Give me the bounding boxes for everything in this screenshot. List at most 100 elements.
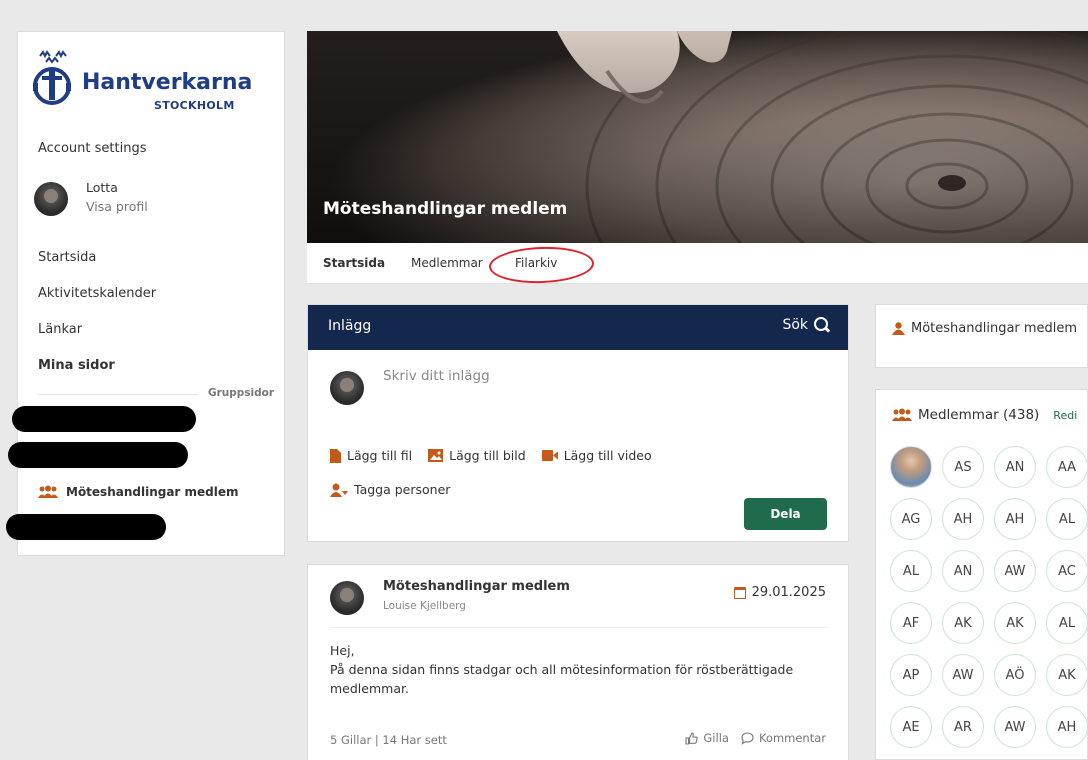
add-image-button[interactable]: Lägg till bild (428, 448, 526, 463)
post-input[interactable]: Skriv ditt inlägg (383, 368, 490, 384)
profile-name: Lotta (86, 180, 118, 195)
member-initials-chip[interactable]: AP (890, 654, 932, 696)
sidebar-group-item-label: Möteshandlingar medlem (66, 485, 239, 499)
member-initials-chip[interactable]: AK (942, 602, 984, 644)
post-date-value: 29.01.2025 (751, 585, 826, 600)
member-initials-chip[interactable]: AH (942, 498, 984, 540)
avatar (34, 182, 68, 216)
members-count-label: Medlemmar (438) (918, 407, 1040, 423)
divider (38, 394, 198, 395)
post-title[interactable]: Möteshandlingar medlem (383, 579, 570, 594)
search-button[interactable]: Sök (782, 317, 830, 333)
divider (330, 627, 828, 628)
tab-bar: Startsida Medlemmar Filarkiv (307, 243, 1088, 285)
profile-block[interactable]: Lotta Visa profil (34, 178, 274, 222)
view-profile-link[interactable]: Visa profil (86, 199, 148, 214)
group-icon (38, 485, 58, 498)
redaction-scribble (8, 442, 188, 468)
redaction-scribble (12, 406, 196, 432)
member-initials-chip[interactable]: AW (994, 550, 1036, 592)
posts-header-title: Inlägg (328, 318, 372, 334)
member-initials-chip[interactable]: AG (890, 498, 932, 540)
crown-logo-icon (33, 50, 71, 105)
comment-label: Kommentar (758, 731, 826, 745)
add-video-button[interactable]: Lägg till video (541, 448, 652, 463)
post-item: Möteshandlingar medlem Louise Kjellberg … (307, 564, 849, 760)
account-settings-link[interactable]: Account settings (38, 141, 146, 156)
members-card: Medlemmar (438) Redi AS AN AA AG AH AH AL AL AN A… (875, 389, 1088, 760)
member-initials-chip[interactable]: AN (994, 446, 1036, 488)
post-date: 29.01.2025 (733, 585, 826, 600)
member-initials-chip[interactable]: AS (942, 446, 984, 488)
sidebar: Hantverkarna STOCKHOLM Account settings … (6, 31, 285, 556)
group-icon (892, 408, 912, 421)
redaction-scribble (6, 514, 166, 540)
share-button[interactable]: Dela (744, 498, 827, 530)
composer-actions: Lägg till fil Lägg till bild Lägg till v… (330, 448, 652, 463)
thumbs-up-icon (685, 731, 699, 745)
sidebar-item-mina-sidor[interactable]: Mina sidor (38, 358, 115, 373)
sidebar-item-aktivitetskalender[interactable]: Aktivitetskalender (38, 286, 156, 301)
add-file-label: Lägg till fil (347, 448, 413, 463)
comment-button[interactable]: Kommentar (741, 731, 826, 745)
logo[interactable]: Hantverkarna STOCKHOLM (32, 50, 252, 120)
member-avatar[interactable] (890, 446, 932, 488)
member-initials-chip[interactable]: AK (994, 602, 1036, 644)
page-title: Möteshandlingar medlem (323, 199, 568, 219)
member-initials-chip[interactable]: AH (994, 498, 1036, 540)
sidebar-group-item[interactable]: Möteshandlingar medlem (38, 485, 239, 499)
avatar (330, 581, 364, 615)
avatar (330, 371, 364, 405)
post-author[interactable]: Louise Kjellberg (383, 600, 466, 612)
group-name-label: Möteshandlingar medlem (911, 321, 1078, 336)
member-initials-chip[interactable]: AL (1046, 602, 1088, 644)
tab-medlemmar[interactable]: Medlemmar (411, 256, 483, 270)
video-icon (541, 450, 558, 461)
red-annotation-circle (488, 245, 595, 285)
member-initials-chip[interactable]: AC (1046, 550, 1088, 592)
edit-members-link[interactable]: Redi (1053, 409, 1077, 422)
member-initials-chip[interactable]: AL (1046, 498, 1088, 540)
tag-person-icon (330, 483, 348, 497)
member-initials-chip[interactable]: AW (994, 706, 1036, 748)
like-label: Gilla (703, 731, 729, 745)
members-header: Medlemmar (438) Redi (892, 407, 1077, 423)
post-text: På denna sidan finns stadgar och all möt… (330, 662, 794, 696)
member-initials-chip[interactable]: AL (890, 550, 932, 592)
calendar-icon (733, 586, 746, 599)
member-initials-chip[interactable]: AF (890, 602, 932, 644)
like-button[interactable]: Gilla (685, 731, 729, 745)
member-initials-chip[interactable]: AR (942, 706, 984, 748)
posts-header: Inlägg Sök (308, 305, 848, 350)
logo-wordmark: Hantverkarna (82, 70, 253, 95)
group-name[interactable]: Möteshandlingar medlem (892, 321, 1077, 336)
group-pages-label: Gruppsidor (208, 387, 275, 399)
tag-people-label: Tagga personer (354, 482, 451, 497)
member-initials-chip[interactable]: AÖ (994, 654, 1036, 696)
group-info-card: Möteshandlingar medlem (875, 304, 1088, 368)
image-icon (428, 449, 444, 462)
sidebar-item-startsida[interactable]: Startsida (38, 250, 96, 265)
person-icon (892, 322, 905, 335)
post-reactions: Gilla Kommentar (685, 731, 826, 745)
member-initials-chip[interactable]: AN (942, 550, 984, 592)
sidebar-item-lankar[interactable]: Länkar (38, 322, 82, 337)
add-image-label: Lägg till bild (449, 448, 526, 463)
hero-banner: Möteshandlingar medlem (307, 31, 1088, 243)
add-file-button[interactable]: Lägg till fil (330, 448, 412, 463)
member-initials-chip[interactable]: AW (942, 654, 984, 696)
post-stats[interactable]: 5 Gillar | 14 Har sett (330, 733, 447, 747)
member-initials-chip[interactable]: AH (1046, 706, 1088, 748)
comment-icon (741, 731, 754, 745)
member-initials-chip[interactable]: AE (890, 706, 932, 748)
post-composer: Inlägg Sök Skriv ditt inlägg Lägg till f… (307, 304, 849, 542)
member-initials-chip[interactable]: AK (1046, 654, 1088, 696)
tab-startsida[interactable]: Startsida (323, 256, 385, 270)
search-label: Sök (782, 317, 808, 333)
add-video-label: Lägg till video (563, 448, 652, 463)
file-icon (330, 448, 341, 463)
post-body: Hej, På denna sidan finns stadgar och al… (330, 641, 828, 698)
search-icon (814, 317, 830, 333)
tag-people-button[interactable]: Tagga personer (330, 482, 450, 497)
member-initials-chip[interactable]: AA (1046, 446, 1088, 488)
